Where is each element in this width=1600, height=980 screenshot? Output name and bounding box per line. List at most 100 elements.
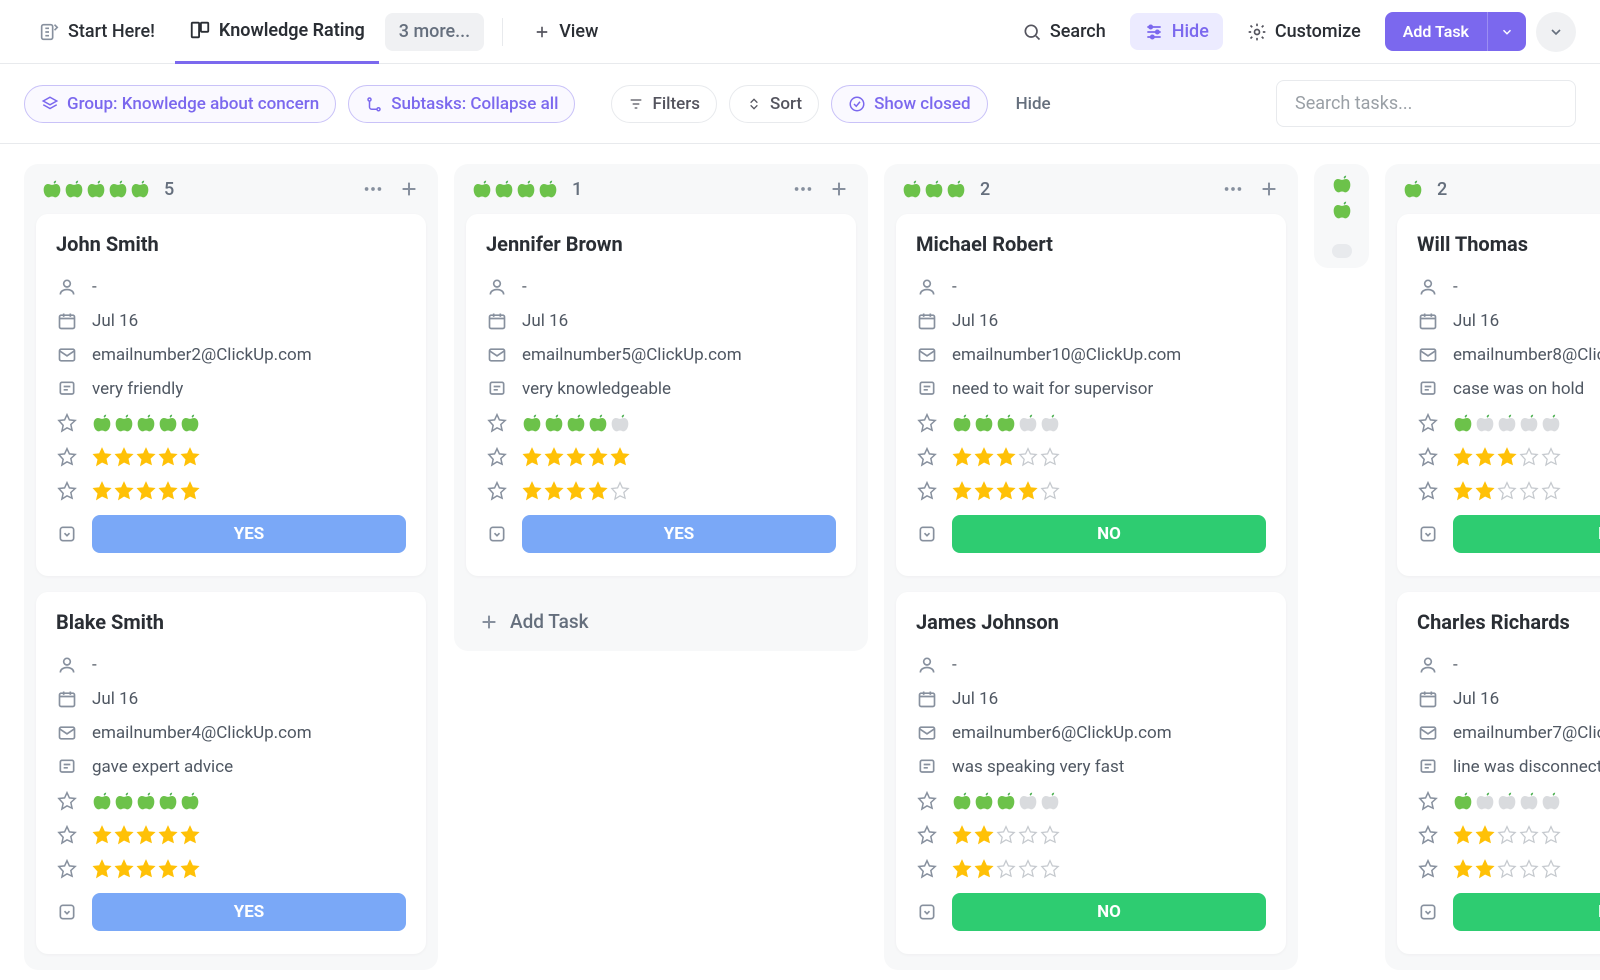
email-value: emailnumber8@ClickUp.com <box>1453 345 1600 365</box>
task-card[interactable]: Charles Richards - Jul 16 emailnumber7@C… <box>1397 592 1600 954</box>
star-rating-1 <box>952 447 1060 467</box>
task-card[interactable]: John Smith - Jul 16 emailnumber2@ClickUp… <box>36 214 426 576</box>
note-value: need to wait for supervisor <box>952 379 1153 399</box>
task-card[interactable]: James Johnson - Jul 16 emailnumber6@Clic… <box>896 592 1286 954</box>
star-rating-1-row <box>486 440 836 474</box>
apple-rating <box>1453 791 1561 811</box>
column-header: 2 <box>1385 164 1600 214</box>
assignee-value: - <box>952 655 957 675</box>
email-row: emailnumber5@ClickUp.com <box>486 338 836 372</box>
column-collapsed[interactable] <box>1314 164 1369 268</box>
person-icon <box>1417 277 1439 297</box>
hide-label: Hide <box>1016 94 1051 114</box>
star-rating-2 <box>1453 859 1561 879</box>
dropdown-icon <box>916 902 938 922</box>
filters-chip[interactable]: Filters <box>611 85 717 123</box>
star-rating-1-row <box>916 440 1266 474</box>
group-chip[interactable]: Group: Knowledge about concern <box>24 85 336 123</box>
search-button[interactable]: Search <box>1008 13 1120 50</box>
mail-icon <box>1417 723 1439 743</box>
tab-more[interactable]: 3 more... <box>385 13 484 51</box>
cards: Michael Robert - Jul 16 emailnumber10@Cl… <box>884 214 1298 970</box>
star-rating-2-row <box>1417 474 1600 508</box>
dropdown-icon <box>56 902 78 922</box>
add-task-button[interactable]: Add Task <box>1385 12 1487 51</box>
task-card[interactable]: Blake Smith - Jul 16 emailnumber4@ClickU… <box>36 592 426 954</box>
email-row: emailnumber2@ClickUp.com <box>56 338 406 372</box>
result-pill[interactable]: NO <box>1453 893 1600 931</box>
note-row: very friendly <box>56 372 406 406</box>
view-label: View <box>559 21 598 42</box>
result-pill[interactable]: NO <box>1453 515 1600 553</box>
card-title: John Smith <box>56 232 406 256</box>
subtasks-chip[interactable]: Subtasks: Collapse all <box>348 85 575 123</box>
note-icon <box>1417 757 1439 777</box>
task-card[interactable]: Jennifer Brown - Jul 16 emailnumber5@Cli… <box>466 214 856 576</box>
tab-knowledge-rating[interactable]: Knowledge Rating <box>175 0 379 64</box>
assignee-row: - <box>1417 648 1600 682</box>
sort-chip[interactable]: Sort <box>729 85 819 123</box>
subtasks-label: Subtasks: Collapse all <box>391 94 558 114</box>
add-task-caret[interactable] <box>1487 12 1526 51</box>
date-row: Jul 16 <box>1417 682 1600 716</box>
person-icon <box>56 655 78 675</box>
layers-icon <box>41 95 59 113</box>
more-icon[interactable] <box>1222 178 1244 200</box>
email-value: emailnumber6@ClickUp.com <box>952 723 1172 743</box>
assignee-value: - <box>1453 655 1458 675</box>
calendar-icon <box>56 311 78 331</box>
star-icon <box>916 481 938 501</box>
card-title: James Johnson <box>916 610 1266 634</box>
task-card[interactable]: Michael Robert - Jul 16 emailnumber10@Cl… <box>896 214 1286 576</box>
star-icon <box>486 413 508 433</box>
assignee-row: - <box>56 648 406 682</box>
calendar-icon <box>1417 689 1439 709</box>
star-rating-2-row <box>56 852 406 886</box>
star-rating-2-row <box>1417 852 1600 886</box>
column: 2 Will Thomas - Jul 16 emailnumber8@Clic… <box>1385 164 1600 970</box>
cards: Will Thomas - Jul 16 emailnumber8@ClickU… <box>1385 214 1600 970</box>
user-menu-button[interactable] <box>1536 12 1576 52</box>
hide-button[interactable]: Hide <box>1130 13 1223 50</box>
star-rating-2 <box>92 859 200 879</box>
date-value: Jul 16 <box>1453 311 1499 331</box>
add-icon[interactable] <box>398 178 420 200</box>
person-icon <box>916 277 938 297</box>
result-pill[interactable]: YES <box>92 515 406 553</box>
more-icon[interactable] <box>362 178 384 200</box>
star-rating-1 <box>522 447 630 467</box>
result-pill[interactable]: NO <box>952 893 1266 931</box>
result-pill[interactable]: YES <box>522 515 836 553</box>
note-value: line was disconnected <box>1453 757 1600 777</box>
search-tasks-input[interactable] <box>1276 80 1576 127</box>
tab-start-here[interactable]: Start Here! <box>24 0 169 64</box>
star-icon <box>1417 791 1439 811</box>
star-rating-2 <box>522 481 630 501</box>
star-icon <box>1417 481 1439 501</box>
email-value: emailnumber7@ClickUp.com <box>1453 723 1600 743</box>
task-card[interactable]: Will Thomas - Jul 16 emailnumber8@ClickU… <box>1397 214 1600 576</box>
result-pill[interactable]: NO <box>952 515 1266 553</box>
column-header: 2 <box>884 164 1298 214</box>
add-task-row[interactable]: Add Task <box>454 592 868 651</box>
result-pill[interactable]: YES <box>92 893 406 931</box>
add-icon[interactable] <box>1258 178 1280 200</box>
column: 5 John Smith - Jul 16 emailnumber2@Click… <box>24 164 438 970</box>
check-circle-icon <box>848 95 866 113</box>
filters-label: Filters <box>652 94 700 114</box>
star-rating-1 <box>92 447 200 467</box>
note-icon <box>486 379 508 399</box>
show-closed-chip[interactable]: Show closed <box>831 85 988 123</box>
star-rating-1 <box>92 825 200 845</box>
hide-chip[interactable]: Hide <box>1000 86 1067 122</box>
more-icon[interactable] <box>792 178 814 200</box>
note-row: was speaking very fast <box>916 750 1266 784</box>
filter-bar: Group: Knowledge about concern Subtasks:… <box>0 64 1600 144</box>
result-row: YES <box>56 508 406 560</box>
card-title: Michael Robert <box>916 232 1266 256</box>
customize-button[interactable]: Customize <box>1233 13 1375 50</box>
add-icon[interactable] <box>828 178 850 200</box>
add-view-button[interactable]: View <box>521 13 610 50</box>
filter-icon <box>628 96 644 112</box>
note-value: very knowledgeable <box>522 379 671 399</box>
